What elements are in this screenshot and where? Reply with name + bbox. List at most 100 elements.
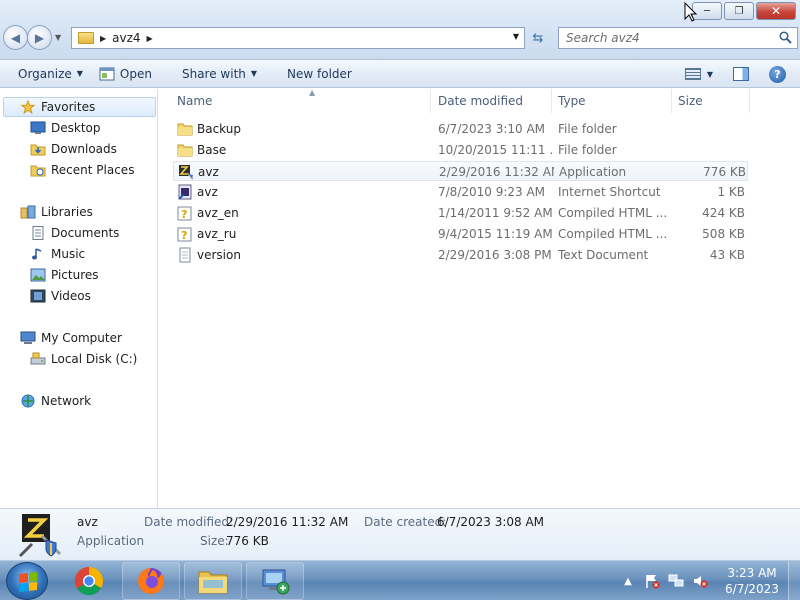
back-button[interactable]: ◀ [3, 25, 28, 50]
sidebar-item-videos[interactable]: Videos [30, 286, 91, 306]
breadcrumb-chevron-icon[interactable]: ▶ [147, 34, 153, 43]
sidebar-label: Favorites [41, 100, 96, 114]
details-date-modified-label: Date modified: [144, 515, 234, 529]
change-view-icon[interactable] [684, 68, 701, 80]
svg-text:?: ? [181, 208, 187, 221]
search-input[interactable] [566, 31, 766, 45]
file-size: 1 KB [717, 185, 745, 199]
taskbar-windows-explorer[interactable] [184, 562, 242, 600]
internet-shortcut-icon [178, 184, 192, 200]
file-date: 9/4/2015 11:19 AM [438, 227, 553, 241]
column-header-type[interactable]: Type [554, 89, 672, 113]
desktop-icon [30, 121, 46, 134]
file-row-avz-en[interactable]: ? avz_en 1/14/2011 9:52 AM Compiled HTML… [173, 203, 748, 223]
computer-icon [20, 331, 36, 344]
navigation-pane: Favorites Desktop Downloads Recent Place… [0, 89, 158, 508]
sidebar-item-network[interactable]: Network [20, 391, 91, 411]
details-date-modified-value: 2/29/2016 11:32 AM [226, 515, 349, 529]
chm-help-icon: ? [177, 227, 192, 242]
avz-application-icon [179, 165, 194, 180]
open-window-icon [99, 67, 115, 80]
file-row-avz-application[interactable]: avz 2/29/2016 11:32 AM Application 776 K… [173, 161, 748, 181]
new-folder-button[interactable]: New folder [279, 60, 360, 87]
breadcrumb-chevron-icon[interactable]: ▶ [100, 34, 106, 43]
address-dropdown-icon[interactable]: ▼ [513, 32, 519, 41]
details-file-type: Application [77, 534, 145, 548]
title-bar: ─ ❐ ✕ ◀ ▶ ▼ ▶ avz4 ▶ ▼ ⇆ [0, 0, 800, 60]
start-button[interactable] [6, 562, 48, 600]
file-name: Backup [197, 122, 241, 136]
system-tray: ▲ 3:23 AM 6/7/2023 [616, 561, 800, 600]
taskbar-chrome[interactable] [60, 562, 118, 600]
sidebar-label: Network [41, 394, 92, 408]
sidebar-item-pictures[interactable]: Pictures [30, 265, 99, 285]
sidebar-item-documents[interactable]: Documents [30, 223, 119, 243]
open-button[interactable]: Open [91, 60, 160, 87]
pictures-icon [30, 268, 46, 282]
maximize-button[interactable]: ❐ [724, 2, 754, 20]
sidebar-item-libraries[interactable]: Libraries [20, 202, 93, 222]
file-type: Text Document [558, 248, 649, 262]
details-size-label: Size: [200, 534, 229, 548]
column-label: Size [678, 94, 703, 108]
sidebar-item-desktop[interactable]: Desktop [30, 118, 101, 138]
sort-ascending-icon: ▲ [309, 88, 316, 97]
star-icon [20, 100, 36, 114]
breadcrumb-avz4[interactable]: avz4 [112, 31, 140, 45]
details-size-value: 776 KB [226, 534, 269, 548]
refresh-button[interactable]: ⇆ [528, 28, 548, 48]
downloads-icon [30, 144, 46, 156]
column-header-date-modified[interactable]: Date modified [434, 89, 552, 113]
sidebar-item-my-computer[interactable]: My Computer [20, 328, 122, 348]
folder-icon [177, 123, 193, 136]
file-size: 43 KB [709, 248, 745, 262]
command-bar: Organize ▼ Open Share with ▼ New folder ▼ … [0, 60, 800, 88]
file-date: 10/20/2015 11:11 ... [438, 143, 553, 157]
file-row-avz-ru[interactable]: ? avz_ru 9/4/2015 11:19 AM Compiled HTML… [173, 224, 748, 244]
folder-icon [78, 32, 94, 44]
close-button[interactable]: ✕ [756, 2, 796, 20]
share-with-button[interactable]: Share with ▼ [174, 60, 265, 87]
sidebar-item-favorites[interactable]: Favorites [3, 97, 156, 117]
file-size: 508 KB [702, 227, 745, 241]
show-desktop-button[interactable] [788, 561, 800, 600]
preview-pane-icon[interactable] [733, 67, 749, 81]
details-file-name: avz [77, 515, 98, 529]
libraries-icon [20, 205, 36, 219]
sidebar-label: Documents [51, 226, 120, 240]
system-clock[interactable]: 3:23 AM 6/7/2023 [716, 565, 788, 597]
file-row-base[interactable]: Base 10/20/2015 11:11 ... File folder [173, 140, 748, 160]
show-hidden-icons-icon[interactable]: ▲ [620, 573, 636, 589]
details-date-created-value: 6/7/2023 3:08 AM [437, 515, 545, 529]
column-header-name[interactable]: Name ▲ [173, 88, 431, 113]
action-center-flag-icon[interactable] [644, 573, 660, 589]
organize-button[interactable]: Organize ▼ [10, 60, 91, 87]
column-label: Name [177, 94, 213, 108]
file-row-backup[interactable]: Backup 6/7/2023 3:10 AM File folder [173, 119, 748, 139]
volume-muted-icon[interactable] [692, 573, 708, 589]
view-options-dropdown-icon[interactable]: ▼ [707, 70, 713, 79]
file-size: 776 KB [703, 165, 746, 179]
mouse-cursor-icon [684, 2, 698, 22]
file-row-version[interactable]: version 2/29/2016 3:08 PM Text Document … [173, 245, 748, 265]
column-header-size[interactable]: Size [674, 89, 750, 113]
sidebar-label: Pictures [51, 268, 99, 282]
music-icon [32, 248, 42, 260]
file-row-avz-shortcut[interactable]: avz 7/8/2010 9:23 AM Internet Shortcut 1… [173, 182, 748, 202]
forward-button[interactable]: ▶ [27, 25, 52, 50]
file-date: 7/8/2010 9:23 AM [438, 185, 546, 199]
taskbar-remote-app[interactable] [246, 562, 304, 600]
search-box[interactable] [558, 27, 798, 49]
address-bar[interactable]: ▶ avz4 ▶ ▼ [71, 27, 525, 49]
sidebar-item-recent-places[interactable]: Recent Places [30, 160, 134, 180]
network-status-icon[interactable] [668, 573, 684, 589]
taskbar-firefox[interactable] [122, 562, 180, 600]
sidebar-item-local-disk[interactable]: Local Disk (C:) [30, 349, 137, 369]
help-icon[interactable]: ? [769, 65, 786, 83]
sidebar-item-music[interactable]: Music [30, 244, 85, 264]
sidebar-item-downloads[interactable]: Downloads [30, 139, 117, 159]
remote-computer-icon [262, 569, 290, 595]
file-size: 424 KB [702, 206, 745, 220]
recent-pages-dropdown[interactable]: ▼ [55, 33, 61, 42]
search-icon[interactable] [779, 31, 792, 44]
